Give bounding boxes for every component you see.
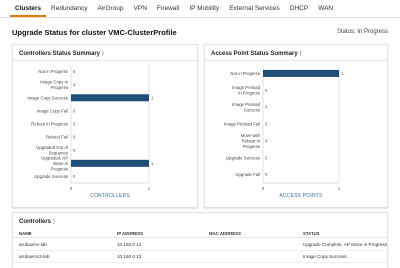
table-row[interactable]: arubavmc2-lab 10.160.0.13 Image Copy Suc… [13, 251, 387, 263]
tick-label: 1 [148, 186, 151, 191]
data-label: 0 [265, 88, 268, 93]
row-name: arubavmc2-lab [19, 254, 50, 259]
tab-dhcp[interactable]: DHCP [285, 5, 313, 17]
row-name: arubavmc-lab [19, 242, 47, 247]
column-header-ip-address[interactable]: IP ADDRESS [117, 231, 143, 236]
tab-clusters[interactable]: Clusters [10, 5, 47, 17]
bar[interactable] [71, 159, 149, 167]
controllers-status-chart: Not in Progress 0 Image Copy in Progress 0 Im… [27, 65, 154, 199]
category-label: Upgraded Out of Sequence [36, 145, 69, 156]
data-label: 1 [151, 95, 154, 100]
data-label: 0 [265, 138, 268, 143]
row-ip: 10.160.0.13 [117, 254, 142, 259]
category-label: Image Preload Success [232, 102, 261, 113]
category-label: Image Preload Fail [224, 122, 260, 127]
column-header-mac-address[interactable]: MAC ADDRESS [209, 231, 241, 236]
chevron-right-icon: ⟩ [101, 51, 105, 57]
row-status: Upgrade Complete, AP Move in Progress [303, 242, 387, 247]
category-label: Not in Progress [230, 71, 260, 76]
category-label: Reboot Fail [46, 135, 68, 140]
category-label: Reboot in Progress [31, 122, 68, 127]
tab-external-services[interactable]: External Services [224, 5, 285, 17]
controllers-summary-title[interactable]: Controllers Status Summary ⟩ [19, 50, 104, 57]
tick-label: 1 [338, 186, 341, 191]
column-header-status[interactable]: STATUS [303, 231, 320, 236]
tab-redundancy[interactable]: Redundancy [46, 5, 93, 17]
category-label: Move with Reboot in Progress [241, 133, 261, 149]
chevron-right-icon: ⟩ [299, 51, 302, 57]
controllers-table-panel: Controllers ⟩ NAME IP ADDRESS MAC ADDRES… [12, 212, 388, 268]
category-label: Upgrade Success [34, 174, 68, 179]
category-label: Not in Progress [38, 69, 68, 74]
data-label: 0 [265, 122, 268, 127]
data-label: 0 [73, 174, 76, 179]
data-label: 0 [265, 105, 268, 110]
data-label: 0 [73, 148, 76, 153]
category-label: Image Preload in Progress [232, 85, 261, 96]
tick-label: 0 [262, 186, 265, 191]
category-label: Image Copy Success [27, 95, 68, 100]
data-label: 0 [73, 108, 76, 113]
tab-vpn[interactable]: VPN [129, 5, 152, 17]
table-row[interactable]: arubavmc-lab 10.160.0.12 Upgrade Complet… [13, 239, 387, 251]
column-header-name[interactable]: NAME [19, 231, 32, 236]
tab-firewall[interactable]: Firewall [152, 5, 184, 17]
category-label: Image Copy Fail [37, 108, 68, 113]
data-label: 0 [73, 122, 76, 127]
data-label: 0 [73, 69, 76, 74]
tab-ip-mobility[interactable]: IP Mobility [184, 5, 224, 17]
category-label: Upgrade Success [226, 155, 260, 160]
tab-bar: Clusters Redundancy AirGroup VPN Firewall IP … [0, 0, 400, 18]
bar[interactable] [71, 94, 149, 102]
tab-airgroup[interactable]: AirGroup [93, 5, 129, 17]
controllers-table-title-text: Controllers [19, 219, 52, 225]
controllers-summary-title-text: Controllers Status Summary [19, 51, 101, 57]
tick-label: 0 [70, 186, 73, 191]
tab-wan[interactable]: WAN [313, 5, 338, 17]
row-status: Image Copy Success [303, 254, 347, 259]
controllers-table-title[interactable]: Controllers ⟩ [19, 218, 55, 225]
data-label: 1 [341, 71, 344, 76]
page-title: Upgrade Status for cluster VMC-ClusterPr… [12, 28, 177, 37]
access-point-status-summary-panel: Access Point Status Summary ⟩ Not in Pro… [204, 44, 388, 208]
upgrade-status-label: Status: In Progress [336, 29, 388, 35]
ap-summary-title-text: Access Point Status Summary [211, 51, 298, 57]
category-label: Image Copy in Progress [40, 79, 68, 90]
data-label: 1 [151, 161, 154, 166]
x-axis-title: ACCESS POINTS [279, 193, 323, 199]
controllers-status-summary-panel: Controllers Status Summary ⟩ Not in Prog… [12, 44, 198, 208]
bar[interactable] [263, 69, 339, 77]
category-label: Upgraded, AP Move in Progress [41, 155, 68, 171]
x-axis-title: CONTROLLERS [90, 193, 130, 199]
row-ip: 10.160.0.12 [117, 242, 142, 247]
category-label: Upgrade Fail [235, 172, 260, 177]
ap-summary-title[interactable]: Access Point Status Summary ⟩ [211, 50, 302, 57]
chevron-right-icon: ⟩ [52, 219, 56, 225]
data-label: 0 [73, 135, 76, 140]
table-header: NAME IP ADDRESS MAC ADDRESS STATUS [13, 228, 387, 238]
data-label: 0 [73, 82, 76, 87]
data-label: 0 [265, 155, 268, 160]
data-label: 0 [265, 172, 268, 177]
access-point-status-chart: Not in Progress 1 Image Preload in Progress… [224, 65, 344, 199]
